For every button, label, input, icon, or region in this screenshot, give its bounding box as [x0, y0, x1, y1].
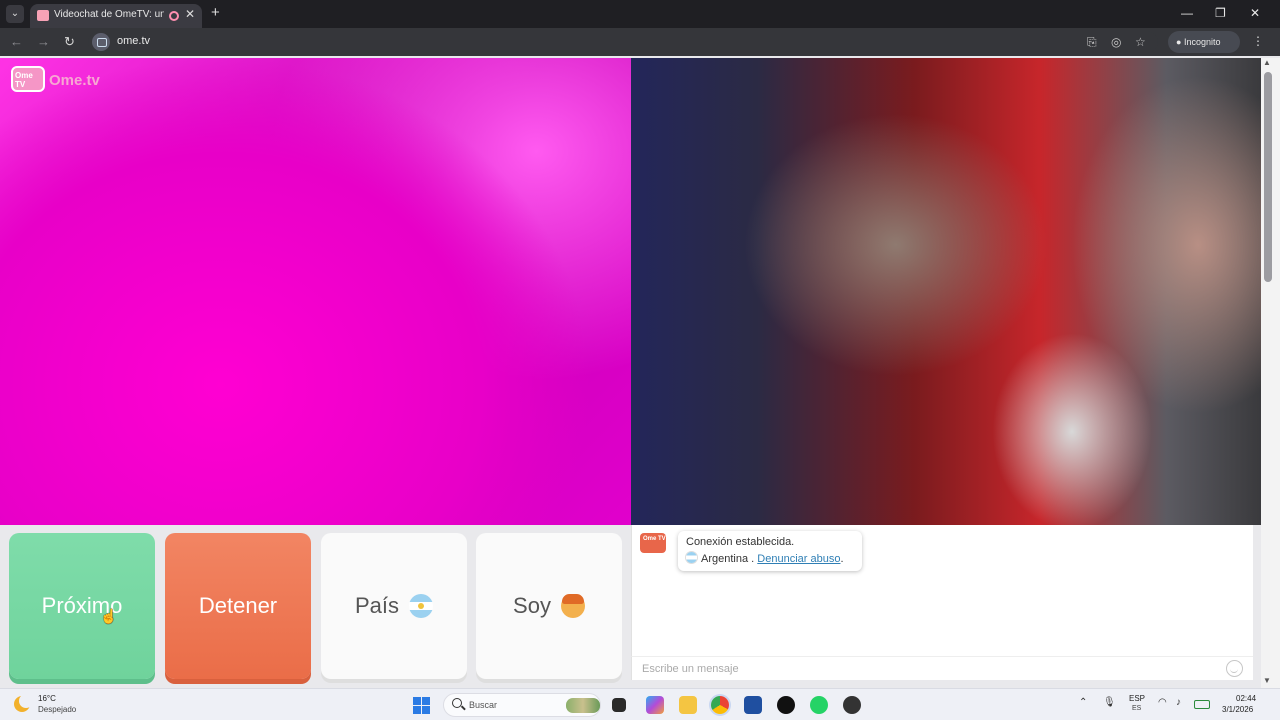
message-input[interactable] — [640, 661, 1200, 677]
browser-menu-icon[interactable]: ⋮ — [1252, 34, 1264, 48]
stop-button[interactable]: Detener — [165, 533, 311, 679]
scroll-up-icon[interactable]: ▲ — [1263, 58, 1271, 67]
search-label: Buscar — [469, 700, 498, 710]
controls-panel: Próximo Detener País Soy — [0, 525, 631, 688]
app-notification-icon[interactable] — [843, 696, 861, 714]
chat-ometv-icon: Ome TV — [640, 533, 666, 553]
microphone-icon[interactable]: 🎙 — [1103, 697, 1116, 708]
logo-text: Ome.tv — [49, 72, 100, 89]
clock-time[interactable]: 02:44 — [1236, 694, 1256, 703]
remote-video — [631, 58, 1261, 525]
tray-chevron-icon[interactable]: ⌃ — [1079, 697, 1087, 708]
separator: . — [751, 553, 755, 565]
weather-temperature[interactable]: 16°C — [38, 694, 56, 703]
windows-taskbar: 16°C Despejado Buscar ⌃ 🎙 ESP ES ◠ ♪ 02:… — [0, 688, 1280, 720]
wifi-icon[interactable]: ◠ — [1158, 697, 1167, 708]
incognito-badge[interactable]: ● Incognito — [1168, 31, 1240, 53]
gender-button[interactable]: Soy — [476, 533, 622, 679]
search-icon — [452, 698, 462, 708]
connection-status: Conexión establecida. — [686, 536, 795, 548]
browser-toolbar: ← → ↻ ome.tv ⎘ ◎ ☆ ● Incognito ⋮ — [0, 28, 1280, 56]
tab-close-icon[interactable]: ✕ — [185, 7, 195, 21]
boy-emoji-icon — [560, 594, 585, 618]
tab-title: Videochat de OmeTV: una — [54, 9, 164, 20]
tiktok-icon[interactable] — [777, 696, 795, 714]
windows-start-icon[interactable] — [413, 697, 430, 714]
local-video: Ome TV Ome.tv — [0, 58, 631, 525]
minimize-button[interactable]: — — [1181, 6, 1193, 20]
translate-icon[interactable]: ⎘ — [1087, 35, 1097, 50]
task-view-icon[interactable] — [612, 698, 626, 712]
back-button[interactable]: ← — [10, 34, 23, 49]
scrollbar-thumb[interactable] — [1264, 72, 1272, 282]
country-button[interactable]: País — [321, 533, 467, 679]
hand-cursor-icon: ☝ — [100, 608, 118, 624]
ometv-favicon-icon — [37, 10, 49, 21]
argentina-flag-icon — [409, 594, 434, 618]
incognito-label: Incognito — [1183, 37, 1221, 47]
browser-title-bar: ⌄ Videochat de OmeTV: una ✕ + — ❐ ✕ — [0, 0, 1280, 28]
volume-icon[interactable]: ♪ — [1176, 697, 1181, 708]
file-explorer-icon[interactable] — [679, 696, 697, 714]
report-abuse-link[interactable]: Denunciar abuso — [757, 553, 840, 565]
whatsapp-icon[interactable] — [810, 696, 828, 714]
keyboard-layout[interactable]: ES — [1132, 705, 1141, 712]
logo-badge: Ome TV — [11, 66, 45, 92]
moon-weather-icon[interactable] — [14, 694, 33, 712]
bookmark-star-icon[interactable]: ☆ — [1135, 35, 1146, 49]
battery-icon[interactable] — [1194, 700, 1210, 709]
site-camera-icon[interactable] — [92, 33, 110, 51]
eye-off-icon[interactable]: ◎ — [1111, 35, 1121, 49]
forward-button[interactable]: → — [37, 34, 50, 49]
chrome-icon[interactable] — [711, 696, 729, 714]
copilot-icon[interactable] — [646, 696, 664, 714]
clock-date[interactable]: 3/1/2026 — [1222, 705, 1253, 714]
taskbar-search[interactable]: Buscar — [443, 693, 601, 717]
emoji-icon[interactable] — [1226, 660, 1243, 677]
tab-search-button[interactable]: ⌄ — [6, 5, 24, 23]
url-text[interactable]: ome.tv — [117, 35, 150, 47]
partner-country: Argentina — [701, 553, 749, 565]
argentina-flag-icon — [686, 552, 697, 563]
weather-description[interactable]: Despejado — [38, 705, 76, 714]
store-icon[interactable] — [744, 696, 762, 714]
window-close-button[interactable]: ✕ — [1250, 6, 1260, 20]
chat-input-bar — [631, 656, 1253, 680]
address-bar[interactable]: ome.tv — [88, 31, 1158, 53]
recording-icon — [169, 11, 179, 21]
new-tab-button[interactable]: + — [211, 4, 220, 21]
language-indicator[interactable]: ESP — [1129, 694, 1145, 703]
search-highlight-image — [566, 698, 600, 713]
scroll-down-icon[interactable]: ▼ — [1263, 676, 1271, 685]
restore-button[interactable]: ❐ — [1215, 6, 1226, 20]
tab-ometv[interactable]: Videochat de OmeTV: una ✕ — [30, 4, 202, 28]
reload-button[interactable]: ↻ — [64, 34, 75, 50]
next-button[interactable]: Próximo — [9, 533, 155, 679]
incognito-icon: ● — [1176, 37, 1184, 47]
system-message: Conexión establecida. Argentina . Denunc… — [678, 531, 862, 571]
